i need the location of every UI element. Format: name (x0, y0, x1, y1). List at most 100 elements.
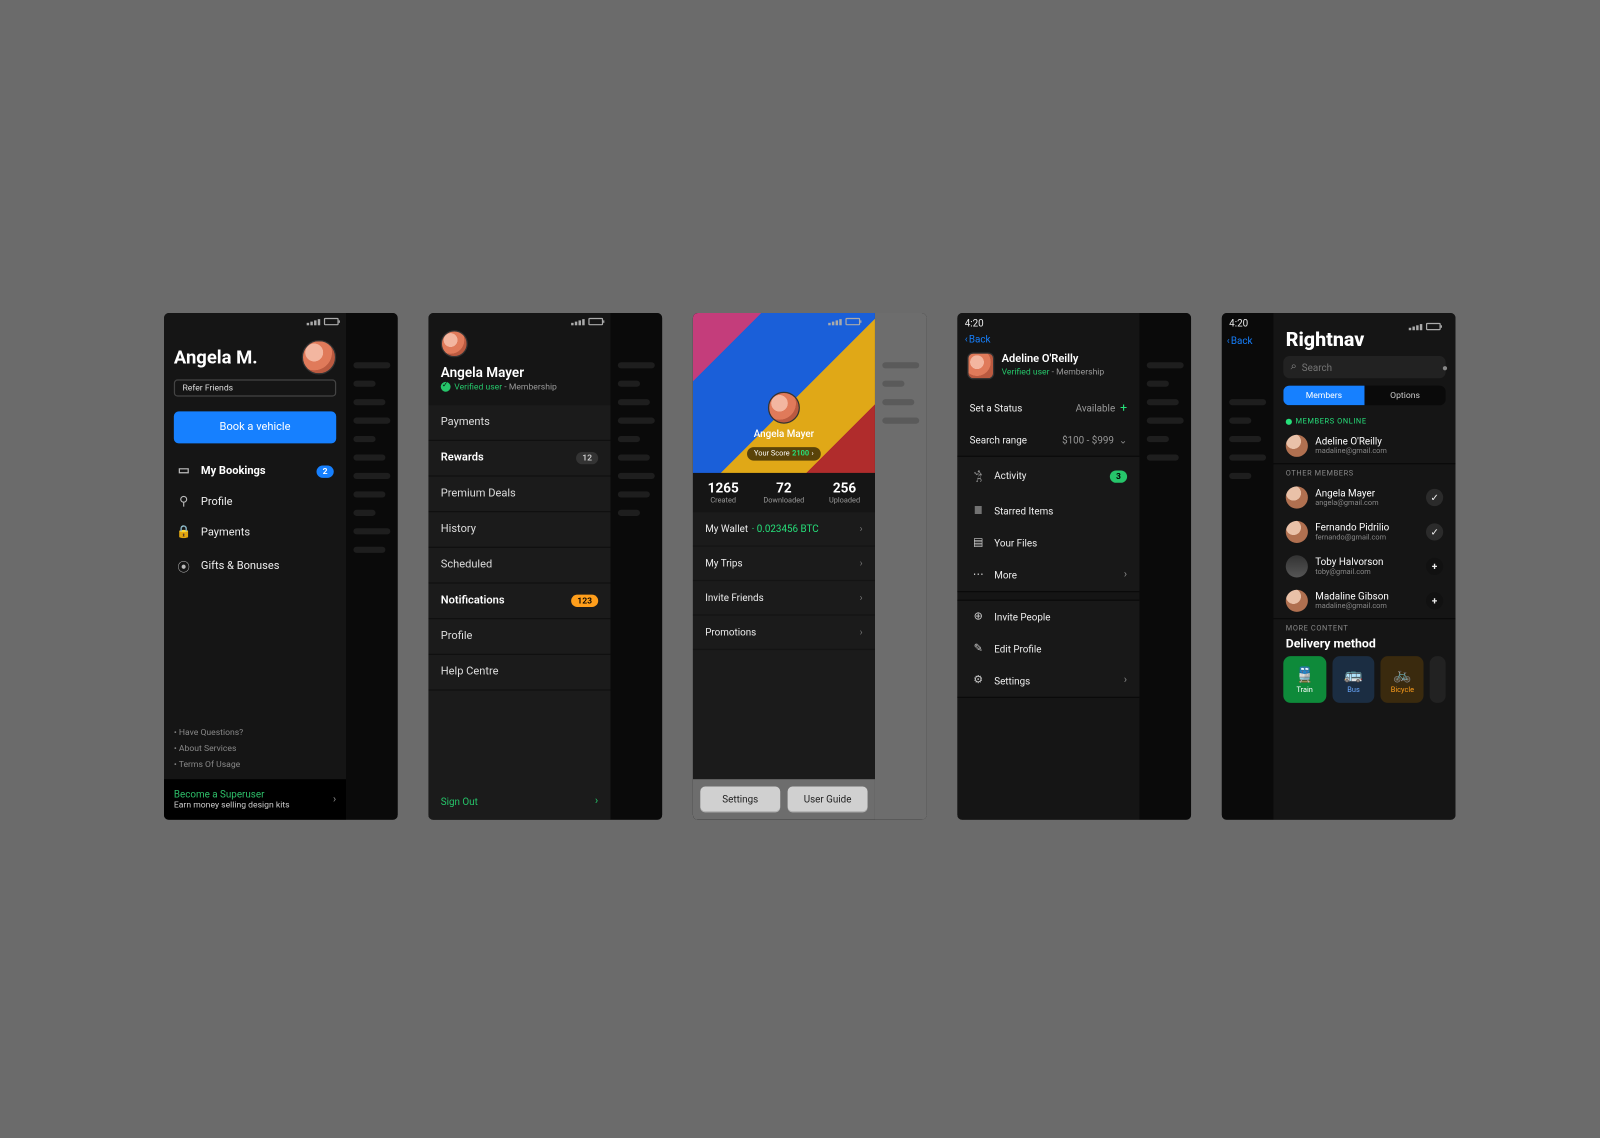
chevron-right-icon: › (1124, 675, 1127, 687)
stats-row: 1265Created 72Downloaded 256Uploaded (693, 473, 875, 512)
menu-payments[interactable]: 🔒Payments (174, 517, 336, 548)
menu-invite-people[interactable]: ⊕Invite People (957, 601, 1139, 633)
menu-gifts[interactable]: ⦿Gifts & Bonuses (174, 548, 336, 584)
row-search-range[interactable]: Search range$100 - $999⌄ (957, 425, 1139, 456)
stat-downloaded: 72Downloaded (763, 480, 804, 505)
menu-promotions[interactable]: Promotions› (693, 616, 875, 650)
link-questions[interactable]: Have Questions? (174, 728, 336, 738)
section-main: 𓀟Activity3 ≣Starred Items ▤Your Files ⋯M… (957, 456, 1139, 593)
member-row[interactable]: Adeline O'Reillymadaline@gmail.com (1273, 429, 1455, 463)
badge: 123 (571, 595, 598, 607)
background-content (875, 313, 927, 820)
link-about[interactable]: About Services (174, 744, 336, 754)
wallet-amount: · 0.023456 BTC (752, 523, 819, 534)
delivery-bicycle[interactable]: 🚲Bicycle (1381, 656, 1424, 703)
menu-premium-deals[interactable]: Premium Deals (428, 477, 610, 513)
avatar[interactable] (768, 392, 800, 424)
delivery-bus[interactable]: 🚌Bus (1332, 656, 1375, 703)
menu-profile[interactable]: Profile (428, 619, 610, 655)
check-icon[interactable]: ✓ (1426, 523, 1443, 540)
menu-invite[interactable]: Invite Friends› (693, 581, 875, 615)
menu-my-bookings[interactable]: ▭My Bookings2 (174, 456, 336, 487)
menu-help-centre[interactable]: Help Centre (428, 655, 610, 691)
footer-links: Have Questions? About Services Terms Of … (174, 728, 336, 780)
screen-5: 4:20 ‹Back Rightnav ⌕ ● Members Options … (1222, 313, 1456, 820)
bicycle-icon: 🚲 (1393, 665, 1411, 682)
refer-friends-chip[interactable]: Refer Friends (174, 379, 336, 396)
dots-icon: ⋯ (970, 569, 987, 581)
check-icon[interactable]: ✓ (1426, 489, 1443, 506)
tab-members[interactable]: Members (1283, 386, 1364, 406)
drawer: Angela Mayer Verified user - Membership … (428, 313, 610, 820)
menu-wallet[interactable]: My Wallet · 0.023456 BTC› (693, 512, 875, 546)
menu-activity[interactable]: 𓀟Activity3 (957, 457, 1139, 495)
drawer: 4:20 ‹Back Adeline O'Reilly Verified use… (957, 313, 1139, 820)
screen-1: Angela M. Refer Friends Book a vehicle ▭… (164, 313, 398, 820)
book-vehicle-button[interactable]: Book a vehicle (174, 411, 336, 443)
stat-uploaded: 256Uploaded (829, 480, 860, 505)
delivery-more[interactable] (1430, 656, 1446, 703)
avatar (1286, 555, 1308, 577)
avatar (1286, 435, 1308, 457)
screen-3: Angela Mayer Your Score 2100 › 1265Creat… (693, 313, 927, 820)
avatar[interactable] (302, 340, 336, 374)
section-actions: ⊕Invite People ✎Edit Profile ⚙Settings› (957, 600, 1139, 698)
search-field[interactable]: ⌕ ● (1283, 356, 1445, 378)
chevron-right-icon: › (860, 523, 863, 534)
score-pill[interactable]: Your Score 2100 › (747, 447, 821, 461)
member-row[interactable]: Madaline Gibsonmadaline@gmail.com+ (1273, 584, 1455, 618)
member-row[interactable]: Fernando Pidriliofernando@gmail.com✓ (1273, 515, 1455, 549)
caption-more-content: MORE CONTENT (1273, 619, 1455, 635)
plus-icon: + (1120, 402, 1127, 416)
menu-notifications[interactable]: Notifications123 (428, 584, 610, 620)
menu-files[interactable]: ▤Your Files (957, 527, 1139, 559)
menu-settings[interactable]: ⚙Settings› (957, 665, 1139, 697)
membership-label: - Membership (502, 382, 557, 392)
settings-button[interactable]: Settings (700, 787, 780, 813)
user-guide-button[interactable]: User Guide (788, 787, 868, 813)
member-row[interactable]: Angela Mayerangela@gmail.com✓ (1273, 480, 1455, 514)
chevron-right-icon: › (595, 795, 598, 807)
menu-starred[interactable]: ≣Starred Items (957, 495, 1139, 527)
superuser-banner[interactable]: Become a Superuser Earn money selling de… (164, 779, 346, 820)
delivery-train[interactable]: 🚆Train (1283, 656, 1326, 703)
menu-payments[interactable]: Payments (428, 405, 610, 441)
menu-trips[interactable]: My Trips› (693, 547, 875, 581)
plus-icon[interactable]: + (1426, 592, 1443, 609)
search-input[interactable] (1302, 362, 1437, 373)
menu-history[interactable]: History (428, 512, 610, 548)
back-button[interactable]: ‹Back (1227, 335, 1253, 346)
back-button[interactable]: ‹Back (965, 334, 991, 345)
member-row[interactable]: Toby Halvorsontoby@gmail.com+ (1273, 549, 1455, 583)
drawer-header: Angela Mayer Verified user - Membership (428, 313, 610, 405)
chevron-right-icon: › (860, 627, 863, 638)
status-bar (571, 318, 603, 325)
delivery-method-title: Delivery method (1273, 635, 1455, 656)
drawer-header: Adeline O'Reilly Verified user - Members… (957, 347, 1139, 391)
menu-more[interactable]: ⋯More› (957, 559, 1139, 591)
menu-rewards[interactable]: Rewards12 (428, 441, 610, 477)
drawer: Angela Mayer Your Score 2100 › 1265Creat… (693, 313, 875, 820)
lock-icon: 🔒 (176, 526, 191, 540)
status-bar (1266, 318, 1448, 330)
sign-out-button[interactable]: Sign Out› (428, 783, 610, 820)
menu-scheduled[interactable]: Scheduled (428, 548, 610, 584)
plus-icon[interactable]: + (1426, 558, 1443, 575)
chevron-left-icon: ‹ (965, 334, 968, 345)
menu-edit-profile[interactable]: ✎Edit Profile (957, 633, 1139, 665)
right-nav: Rightnav ⌕ ● Members Options MEMBERS ONL… (1273, 313, 1455, 820)
menu-profile[interactable]: ⚲Profile (174, 486, 336, 517)
hero: Angela Mayer Your Score 2100 › (693, 313, 875, 473)
edit-icon: ✎ (970, 643, 987, 655)
avatar[interactable] (441, 330, 468, 357)
avatar (1286, 521, 1308, 543)
mic-icon[interactable]: ● (1442, 362, 1448, 373)
avatar[interactable] (967, 352, 994, 379)
bus-icon: 🚌 (1344, 665, 1362, 682)
link-terms[interactable]: Terms Of Usage (174, 759, 336, 769)
caption-members-online: MEMBERS ONLINE (1273, 413, 1455, 429)
row-set-status[interactable]: Set a StatusAvailable+ (957, 392, 1139, 425)
chevron-right-icon: › (812, 450, 814, 459)
tab-options[interactable]: Options (1364, 386, 1445, 406)
folder-icon: ▤ (970, 537, 987, 549)
